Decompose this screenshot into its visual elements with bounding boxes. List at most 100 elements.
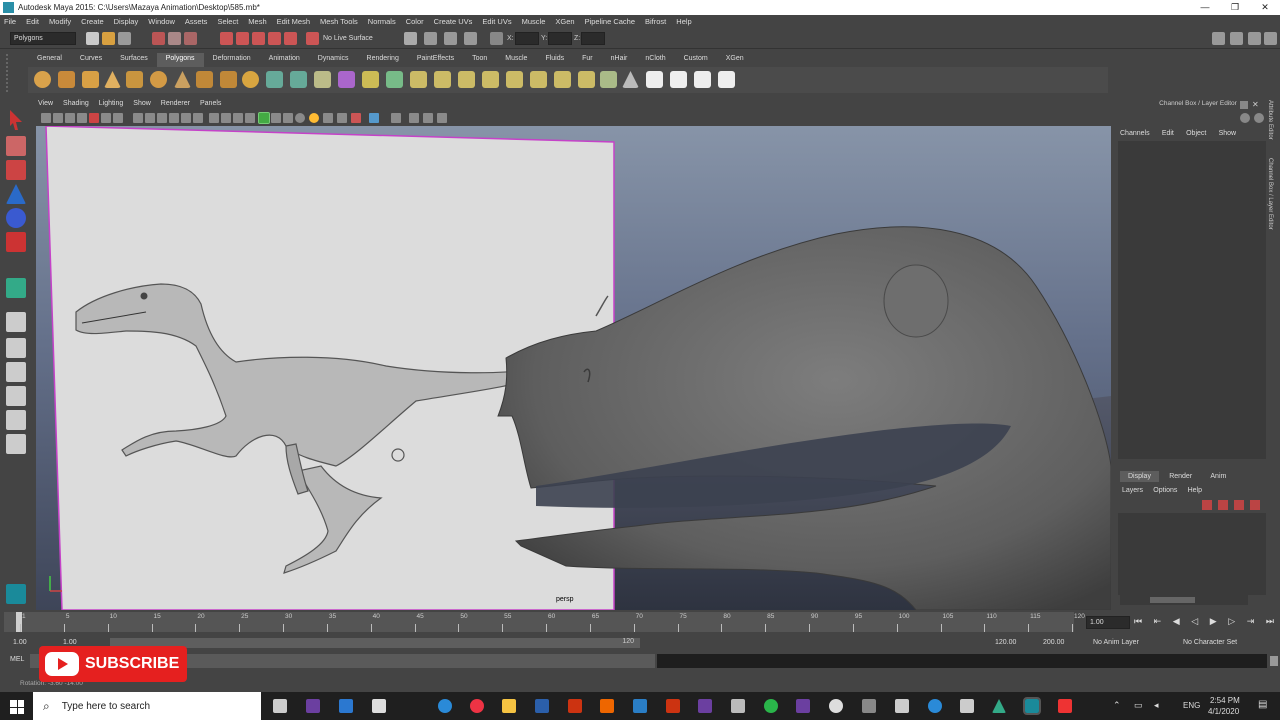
smooth-shade-icon[interactable] [221,113,231,123]
menu-bifrost[interactable]: Bifrost [645,17,666,26]
z-field[interactable] [581,32,605,45]
step-back-key-icon[interactable]: ⇤ [1154,616,1162,628]
tab-toon[interactable]: Toon [463,53,496,67]
menu-edit-uvs[interactable]: Edit UVs [482,17,511,26]
illustrator-icon[interactable] [600,699,614,713]
range-bar[interactable]: 120 [110,638,640,648]
bookmarks-icon[interactable] [65,113,75,123]
save-scene-icon[interactable] [118,32,131,45]
boolean-icon[interactable] [338,71,355,88]
toggle-channel-box-icon[interactable] [1248,32,1261,45]
extrude-icon[interactable] [410,71,427,88]
menu-select[interactable]: Select [217,17,238,26]
tab-polygons[interactable]: Polygons [156,53,204,67]
file-explorer-icon[interactable] [502,699,516,713]
layers-menu[interactable]: Layers [1122,487,1143,494]
menu-color[interactable]: Color [406,17,424,26]
tab-custom[interactable]: Custom [675,53,717,67]
paint-select-tool-icon[interactable] [6,160,26,180]
tab-painteffects[interactable]: PaintEffects [408,53,463,67]
poly-soccer-ball-icon[interactable] [242,71,259,88]
select-component-icon[interactable] [184,32,197,45]
task-view-icon[interactable] [273,699,287,713]
collapse-icon[interactable] [578,71,595,88]
channel-box-layer-editor-tab[interactable]: Channel Box / Layer Editor [1267,158,1273,230]
network-icon[interactable]: ▭ [1134,700,1143,711]
menu-edit-mesh[interactable]: Edit Mesh [277,17,310,26]
menu-edit[interactable]: Edit [26,17,39,26]
media-player-icon[interactable] [862,699,876,713]
poly-torus-icon[interactable] [150,71,167,88]
grid-toggle-icon[interactable] [113,113,123,123]
mail-icon[interactable] [339,699,353,713]
show-menu[interactable]: Show [1219,130,1237,137]
viewport-menu-lighting[interactable]: Lighting [99,100,124,111]
tab-ncloth[interactable]: nCloth [636,53,674,67]
scale-tool-icon[interactable] [6,232,26,252]
current-frame-field[interactable]: 1.00 [1086,616,1130,629]
isolate-select-icon[interactable] [369,113,379,123]
average-vertices-icon[interactable] [386,71,403,88]
menu-window[interactable]: Window [148,17,175,26]
taskbar-search-box[interactable]: ⌕ Type here to search [33,692,261,720]
resolution-gate-icon[interactable] [145,113,155,123]
menu-muscle[interactable]: Muscle [522,17,546,26]
menu-mesh[interactable]: Mesh [248,17,266,26]
select-hierarchy-icon[interactable] [152,32,165,45]
store-icon[interactable] [372,699,386,713]
toggle-modeling-toolkit-icon[interactable] [1264,32,1277,45]
play-forwards-icon[interactable]: ▶ [1210,616,1217,628]
viewport-menu-panels[interactable]: Panels [200,100,221,111]
character-set-dropdown[interactable]: No Character Set [1180,637,1270,650]
tab-fluids[interactable]: Fluids [536,53,573,67]
whatsapp-icon[interactable] [764,699,778,713]
chrome-icon[interactable] [470,699,484,713]
persp-hypershade-layout-icon[interactable] [6,410,26,430]
subscribe-button[interactable]: SUBSCRIBE [39,646,187,682]
insert-edge-loop-icon[interactable] [506,71,523,88]
poly-cone-icon[interactable] [104,71,121,88]
autodesk-icon[interactable] [992,699,1006,713]
word-icon[interactable] [535,699,549,713]
attribute-editor-tab[interactable]: Attribute Editor [1267,100,1273,140]
clock-date[interactable]: 4/1/2020 [1208,707,1239,716]
recorder-icon[interactable] [1058,699,1072,713]
render-layers-tab[interactable]: Render [1161,471,1200,482]
spherical-mapping-icon[interactable] [694,71,711,88]
layer-scroll-thumb[interactable] [1150,597,1195,603]
menu-create[interactable]: Create [81,17,104,26]
tab-dynamics[interactable]: Dynamics [309,53,358,67]
minimize-button[interactable]: — [1190,0,1220,15]
snap-view-plane-icon[interactable] [268,32,281,45]
channel-box-attributes-panel[interactable] [1118,141,1266,459]
viewport-menu-view[interactable]: View [38,100,53,111]
extract-icon[interactable] [314,71,331,88]
persp-uv-layout-icon[interactable] [6,434,26,454]
go-to-start-icon[interactable]: ⏮ [1134,616,1142,628]
menu-help[interactable]: Help [676,17,691,26]
tab-animation[interactable]: Animation [260,53,309,67]
render-frame-icon[interactable] [424,32,437,45]
menu-xgen[interactable]: XGen [555,17,574,26]
volume-icon[interactable]: ◂ [1154,700,1159,711]
toggle-tool-settings-icon[interactable] [1230,32,1243,45]
tools-icon[interactable] [895,699,909,713]
language-indicator[interactable]: ENG [1183,701,1200,710]
menu-set-dropdown[interactable]: Polygons [10,32,76,45]
shadows-icon[interactable] [295,113,305,123]
poly-cube-icon[interactable] [58,71,75,88]
photoshop-icon[interactable] [633,699,647,713]
channel-box-float-icon[interactable] [1240,101,1248,109]
menu-display[interactable]: Display [114,17,139,26]
step-forward-key-icon[interactable]: ⇥ [1247,616,1255,628]
rotate-tool-icon[interactable] [6,208,26,228]
perspective-viewport[interactable]: persp [36,126,1111,610]
step-back-frame-icon[interactable]: ◀ [1173,616,1180,628]
poly-cylinder-icon[interactable] [82,71,99,88]
automatic-mapping-icon[interactable] [718,71,735,88]
smooth-icon[interactable] [362,71,379,88]
wireframe-icon[interactable] [209,113,219,123]
open-scene-icon[interactable] [102,32,115,45]
menu-mesh-tools[interactable]: Mesh Tools [320,17,358,26]
layer-list[interactable] [1118,513,1266,595]
